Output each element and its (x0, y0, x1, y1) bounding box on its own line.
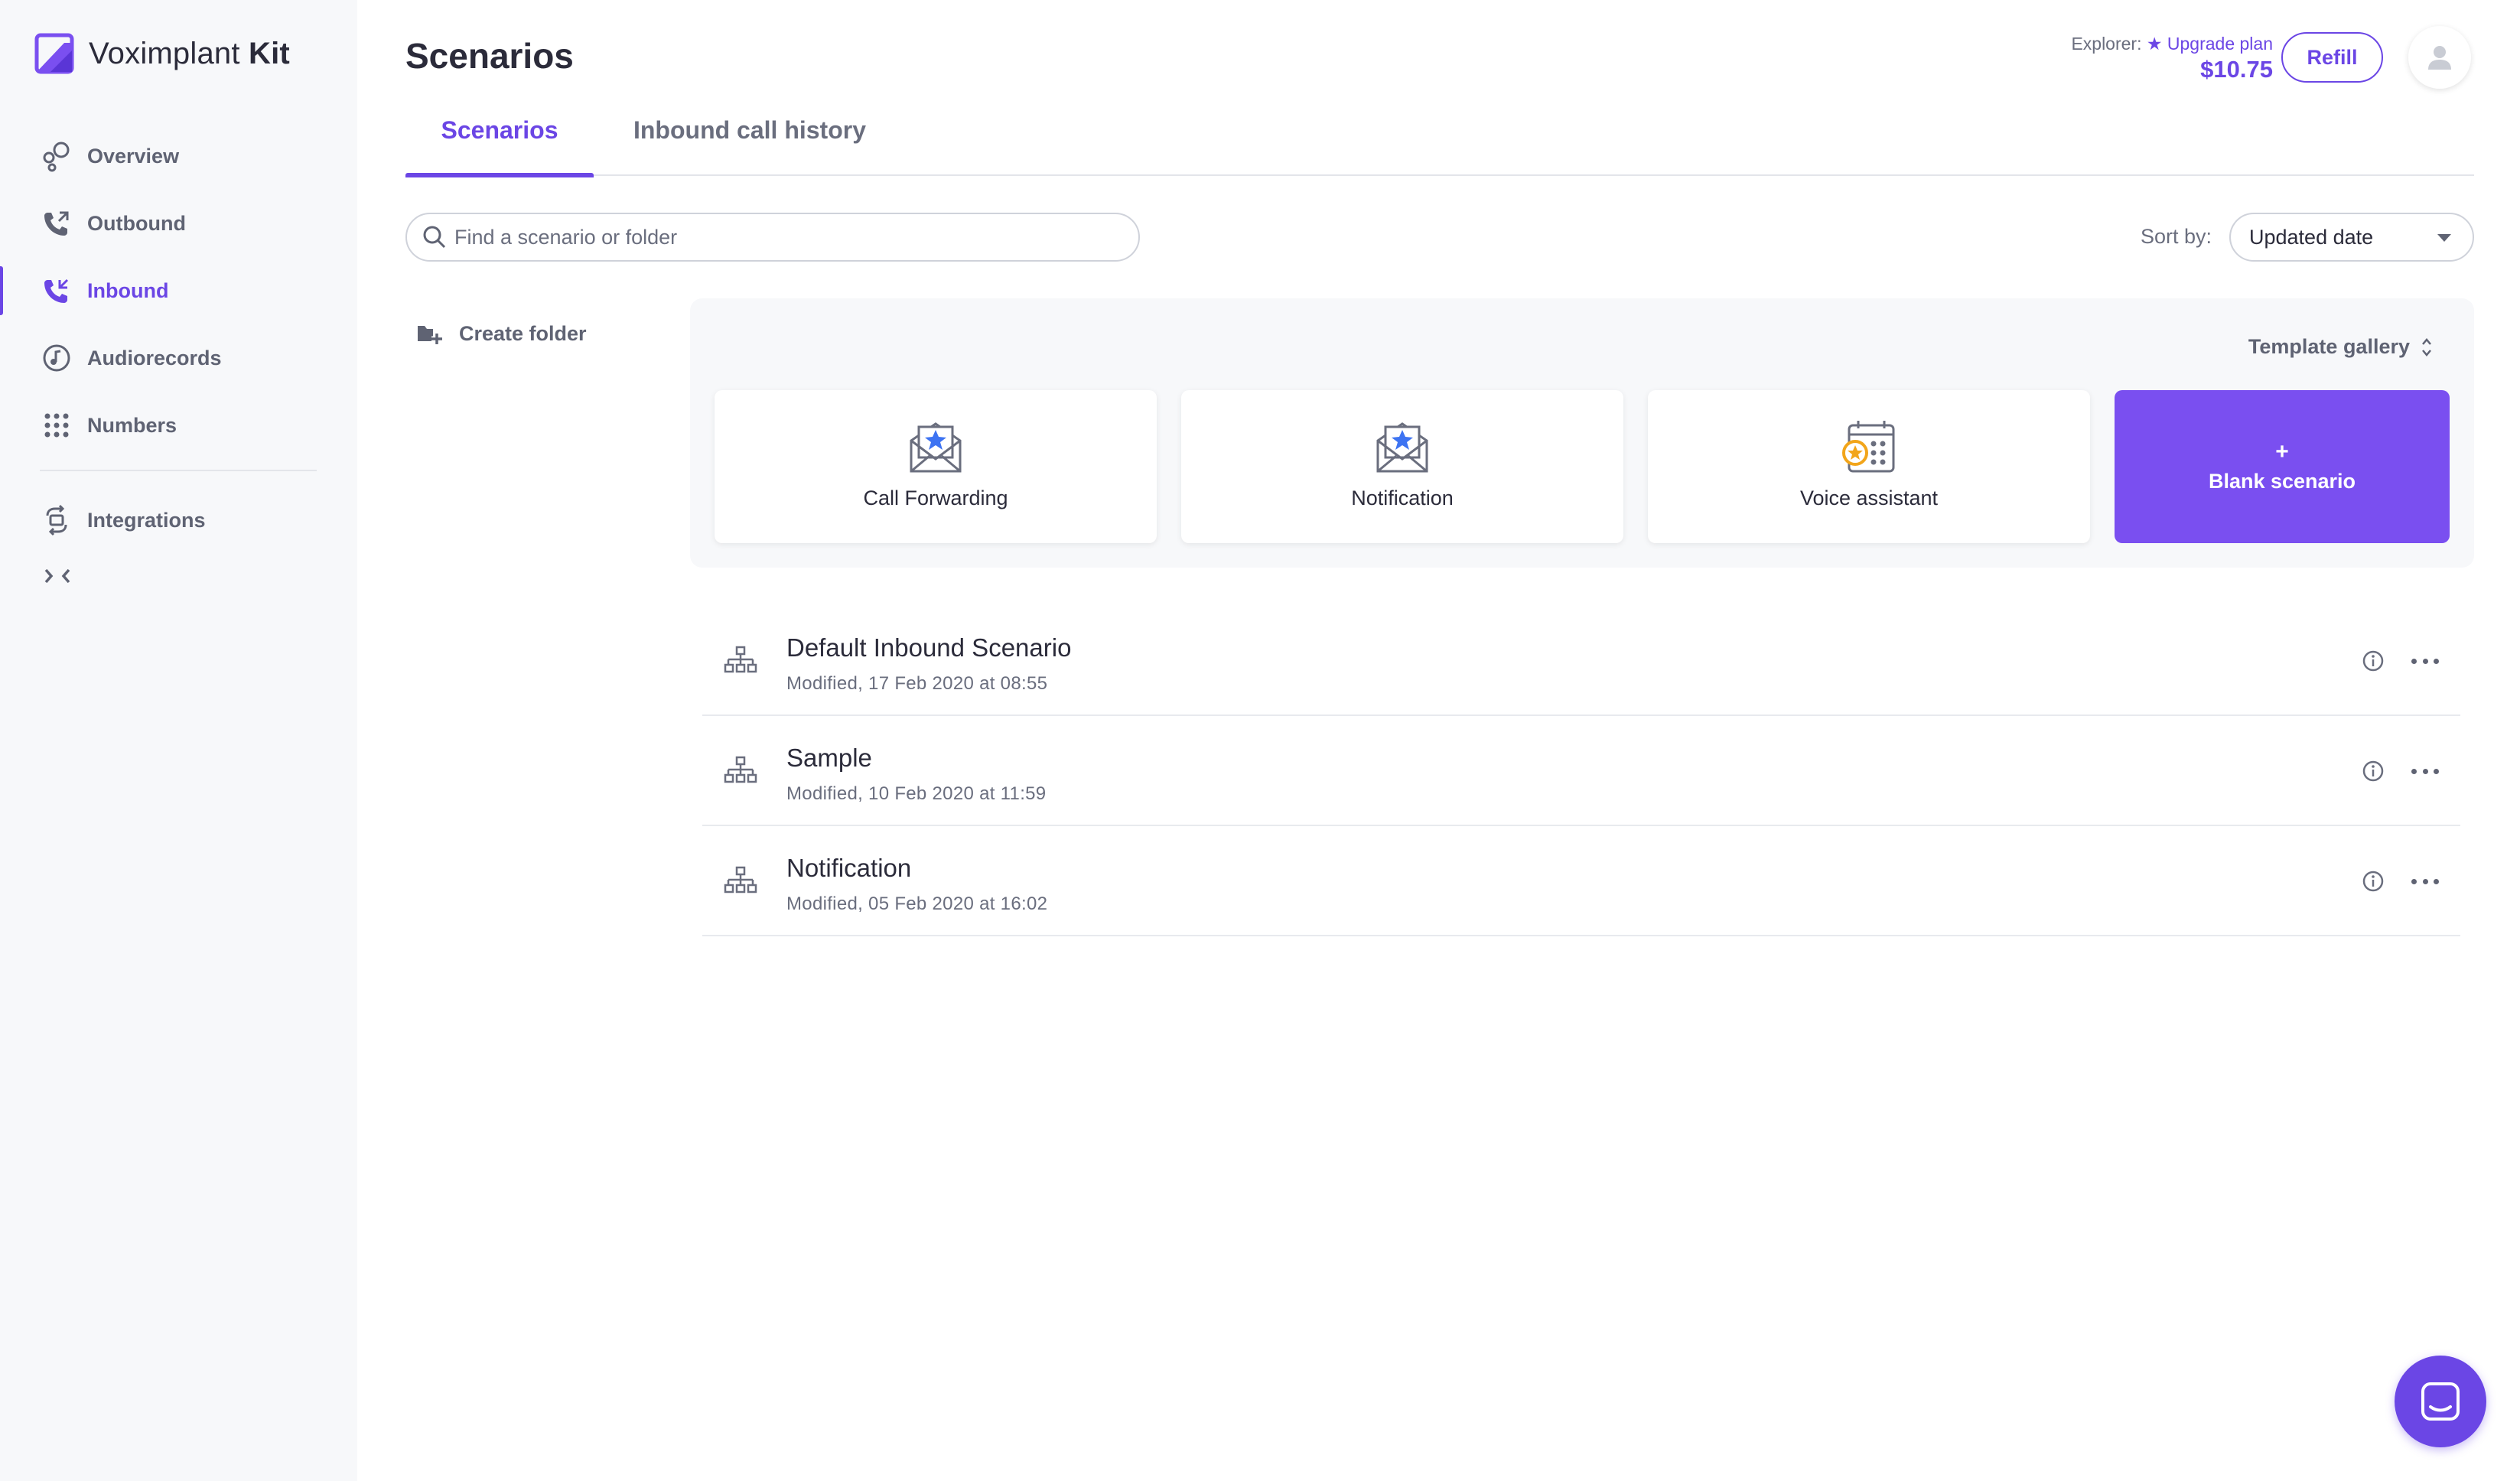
template-gallery-label: Template gallery (2248, 335, 2410, 358)
blank-scenario-button[interactable]: + Blank scenario (2115, 390, 2450, 543)
refill-button[interactable]: Refill (2281, 32, 2383, 83)
template-card-call-forwarding[interactable]: Call Forwarding (715, 390, 1157, 543)
search-icon (423, 226, 446, 249)
scenario-name: Notification (786, 854, 912, 882)
balance: $10.75 (2200, 56, 2273, 83)
sidebar-item-label: Integrations (87, 508, 206, 532)
dialpad-icon (40, 408, 73, 442)
sidebar-item-outbound[interactable]: Outbound (0, 190, 357, 257)
envelope-star-icon (910, 422, 962, 473)
scenario-flow-icon (724, 756, 757, 783)
brand-name: Voximplant Kit (89, 36, 290, 70)
info-icon[interactable] (2361, 759, 2385, 783)
user-icon (2428, 46, 2451, 70)
sidebar-item-audiorecords[interactable]: Audiorecords (0, 324, 357, 392)
scenario-name: Sample (786, 744, 872, 772)
tab-inbound-call-history[interactable]: Inbound call history (627, 107, 872, 176)
chevron-down-icon (2437, 234, 2451, 242)
sidebar-item-label: Inbound (87, 278, 169, 302)
scenario-name: Default Inbound Scenario (786, 633, 1072, 662)
tabs: Scenarios Inbound call history (405, 107, 2474, 177)
envelope-star-icon (1376, 422, 1428, 473)
sidebar-item-label: Overview (87, 144, 180, 168)
upgrade-plan-link[interactable]: ★ Upgrade plan (2147, 34, 2273, 54)
scenario-list: Default Inbound Scenario Modified, 17 Fe… (702, 606, 2460, 936)
create-folder-button[interactable]: Create folder (416, 320, 587, 347)
template-card-label: Voice assistant (1799, 487, 1939, 509)
sidebar-nav: Overview Outbound Inbound Audiorecords N… (0, 122, 357, 554)
blank-scenario-label: Blank scenario (2208, 469, 2356, 493)
brand[interactable]: Voximplant Kit (34, 32, 290, 75)
template-card-label: Notification (1351, 487, 1454, 509)
template-card-label: Call Forwarding (863, 487, 1008, 509)
list-item[interactable]: Default Inbound Scenario Modified, 17 Fe… (702, 606, 2460, 716)
expand-collapse-icon (2422, 337, 2431, 356)
sidebar-item-integrations[interactable]: Integrations (0, 487, 357, 554)
sidebar-item-label: Numbers (87, 413, 177, 437)
scenario-flow-icon (724, 866, 757, 893)
template-card-voice-assistant[interactable]: Voice assistant (1648, 390, 2090, 543)
sort-value: Updated date (2249, 225, 2374, 249)
calendar-star-icon (1842, 421, 1895, 473)
collapse-sidebar-icon[interactable] (43, 563, 73, 589)
create-folder-label: Create folder (459, 321, 587, 345)
scenario-flow-icon (724, 646, 757, 673)
plan-label: Explorer: (2071, 34, 2142, 54)
sort-label: Sort by: (2141, 225, 2212, 248)
template-card-notification[interactable]: Notification (1181, 390, 1623, 543)
template-gallery-toggle[interactable]: Template gallery (2248, 335, 2433, 359)
search-box[interactable] (405, 213, 1140, 262)
voximplant-logo-icon (34, 33, 74, 74)
avatar[interactable] (2408, 26, 2471, 89)
plan-line: Explorer: ★ Upgrade plan (2071, 34, 2273, 54)
upgrade-plan-label: Upgrade plan (2167, 34, 2273, 54)
sidebar: Voximplant Kit Overview Outbound Inbound (0, 0, 357, 1481)
integrations-icon (40, 503, 73, 537)
account-summary: Explorer: ★ Upgrade plan $10.75 (2071, 34, 2273, 83)
scenario-modified: Modified, 10 Feb 2020 at 11:59 (786, 783, 1047, 804)
add-folder-icon (418, 326, 442, 344)
chat-icon (2421, 1382, 2460, 1421)
plus-icon: + (2275, 438, 2289, 464)
more-options-icon[interactable] (2408, 759, 2442, 783)
app-root: Voximplant Kit Overview Outbound Inbound (0, 0, 2520, 1481)
chat-support-button[interactable] (2395, 1356, 2486, 1447)
overview-icon (40, 139, 73, 173)
sidebar-item-inbound[interactable]: Inbound (0, 257, 357, 324)
scenario-modified: Modified, 17 Feb 2020 at 08:55 (786, 673, 1048, 694)
outbound-call-icon (40, 207, 73, 240)
sidebar-item-overview[interactable]: Overview (0, 122, 357, 190)
sidebar-divider (40, 470, 317, 471)
sidebar-item-label: Audiorecords (87, 346, 222, 369)
sidebar-item-numbers[interactable]: Numbers (0, 392, 357, 459)
info-icon[interactable] (2361, 869, 2385, 893)
audio-note-icon (40, 341, 73, 375)
list-item[interactable]: Sample Modified, 10 Feb 2020 at 11:59 (702, 716, 2460, 826)
tab-scenarios[interactable]: Scenarios (405, 107, 594, 177)
page-title: Scenarios (405, 36, 574, 76)
more-options-icon[interactable] (2408, 649, 2442, 673)
info-icon[interactable] (2361, 649, 2385, 673)
list-item[interactable]: Notification Modified, 05 Feb 2020 at 16… (702, 826, 2460, 936)
inbound-call-icon (40, 274, 73, 308)
sidebar-item-label: Outbound (87, 211, 186, 235)
search-input[interactable] (454, 225, 1112, 249)
more-options-icon[interactable] (2408, 869, 2442, 893)
scenario-modified: Modified, 05 Feb 2020 at 16:02 (786, 893, 1048, 914)
sort-dropdown[interactable]: Updated date (2229, 213, 2474, 262)
template-gallery: Template gallery Call Forwarding Notific… (690, 298, 2474, 568)
